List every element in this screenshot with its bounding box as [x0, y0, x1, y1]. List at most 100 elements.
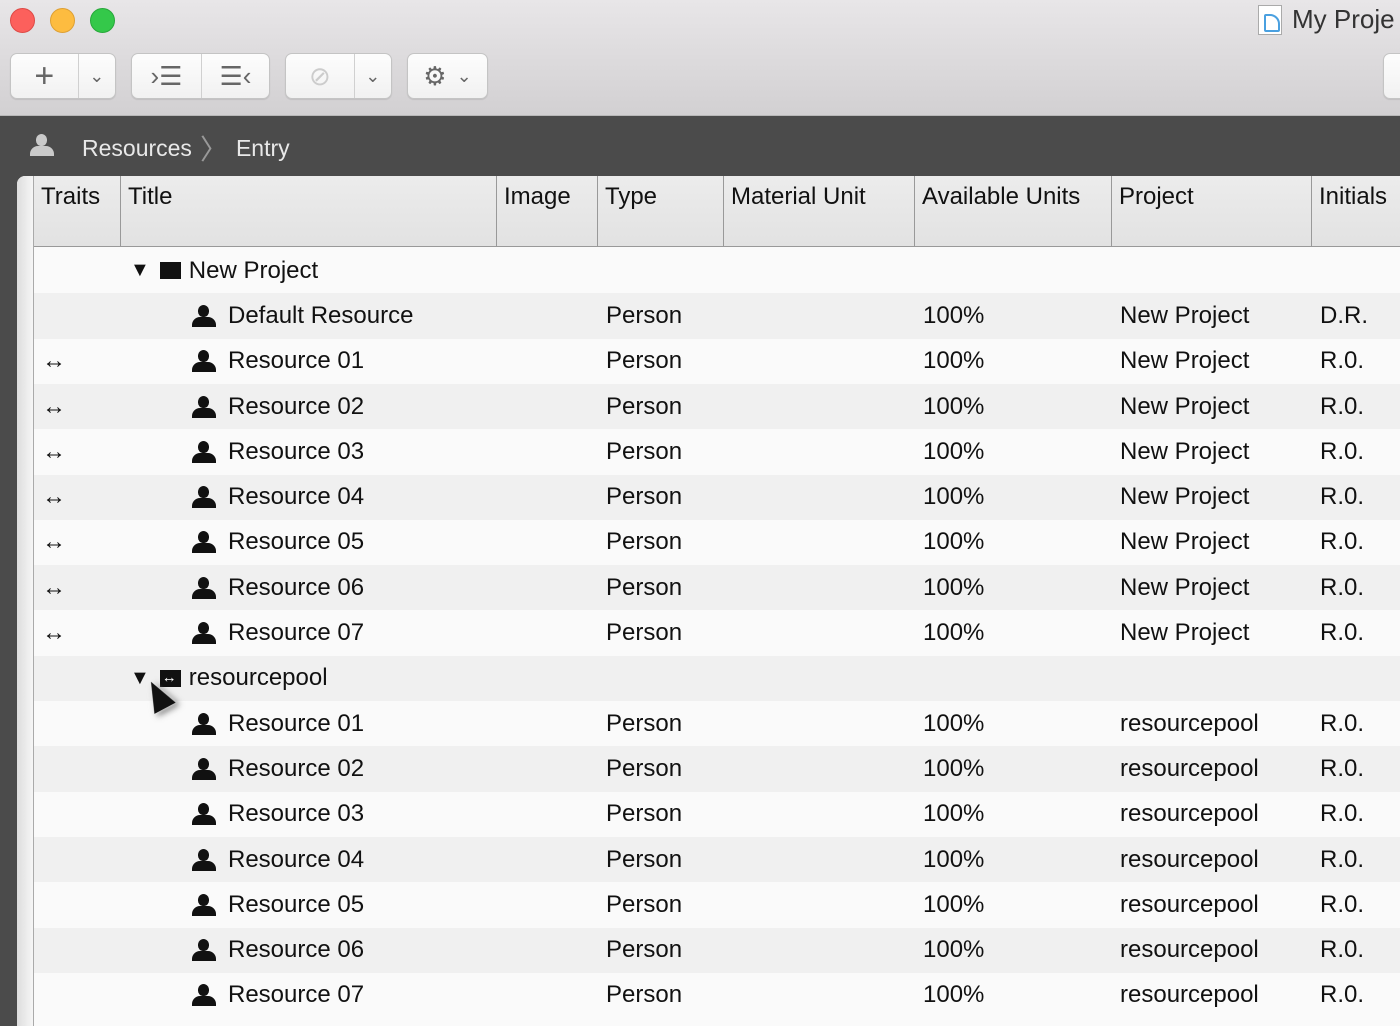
toolbar-button-right[interactable]	[1383, 53, 1400, 99]
title-text: Resource 05	[228, 890, 365, 918]
breadcrumb-entry[interactable]: Entry	[236, 135, 290, 162]
table-row[interactable]: ↔ Resource 01 Person 100% New Project R.0.	[34, 339, 1400, 384]
type-cell: Person	[606, 936, 683, 964]
window-title: My Proje	[1258, 4, 1395, 35]
project-cell: New Project	[1120, 301, 1250, 329]
traits-cell: ↔	[42, 392, 66, 420]
resource-table: Traits Title Image Type Material Unit Availab…	[17, 176, 1400, 1026]
traits-cell: ↔	[42, 619, 66, 647]
type-cell: Person	[606, 754, 683, 782]
table-row[interactable]: Resource 07 Person 100% resourcepool R.0.	[34, 973, 1400, 1018]
column-header-available-units[interactable]: Available Units	[915, 176, 1112, 246]
breadcrumb-resources[interactable]: Resources	[82, 135, 192, 162]
traits-cell: ↔	[42, 573, 66, 601]
available-units-cell: 100%	[923, 301, 985, 329]
title-cell: Default Resource	[192, 293, 413, 338]
title-text: Default Resource	[228, 301, 414, 329]
table-row[interactable]: Resource 05 Person 100% resourcepool R.0.	[34, 882, 1400, 927]
table-row[interactable]: ↔ Resource 03 Person 100% New Project R.0.	[34, 429, 1400, 474]
title-bar: My Proje + ⌄ ›☰ ☰‹ ⊘ ⌄ ⚙ ⌄	[0, 0, 1400, 116]
type-cell: Person	[606, 981, 683, 1009]
table-row[interactable]: ↔ Resource 06 Person 100% New Project R.0.	[34, 565, 1400, 611]
title-text: Resource 02	[228, 392, 365, 420]
attach-button[interactable]: ⊘	[286, 54, 354, 98]
title-text: Resource 02	[228, 754, 365, 782]
table-row[interactable]: Resource 04 Person 100% resourcepool R.0.	[34, 836, 1400, 883]
group-title: resourcepool	[188, 664, 328, 692]
initials-cell: R.0.	[1320, 709, 1365, 737]
column-header-project[interactable]: Project	[1112, 176, 1312, 246]
group-row[interactable]: ▼ New Project	[34, 248, 1400, 293]
type-cell: Person	[606, 528, 683, 556]
available-units-cell: 100%	[923, 890, 985, 918]
project-cell: resourcepool	[1120, 800, 1259, 828]
person-icon	[192, 712, 216, 735]
initials-cell: R.0.	[1320, 483, 1365, 511]
table-row[interactable]: ↔ Resource 04 Person 100% New Project R.0.	[34, 474, 1400, 520]
type-cell: Person	[606, 890, 683, 918]
person-icon	[192, 440, 216, 463]
project-cell: resourcepool	[1120, 845, 1259, 873]
title-text: Resource 06	[228, 573, 365, 601]
title-cell: Resource 06	[192, 565, 364, 610]
table-row[interactable]: Resource 02 Person 100% resourcepool R.0.	[34, 746, 1400, 792]
person-icon	[192, 848, 216, 871]
table-row[interactable]: Resource 01 Person 100% resourcepool R.0.	[34, 701, 1400, 746]
column-header-traits[interactable]: Traits	[34, 176, 121, 246]
project-cell: New Project	[1120, 528, 1250, 556]
column-header-type[interactable]: Type	[598, 176, 724, 246]
group-row[interactable]: ▼resourcepool	[34, 655, 1400, 701]
minimize-button[interactable]	[50, 8, 75, 33]
title-text: Resource 03	[228, 800, 365, 828]
person-icon	[192, 939, 216, 962]
zoom-button[interactable]	[90, 8, 115, 33]
person-icon	[192, 803, 216, 826]
title-text: Resource 04	[228, 483, 365, 511]
table-row[interactable]: ↔ Resource 05 Person 100% New Project R.0.	[34, 520, 1400, 565]
available-units-cell: 100%	[923, 981, 985, 1009]
project-document-icon	[1258, 4, 1282, 35]
table-row[interactable]: Resource 06 Person 100% resourcepool R.0.	[34, 927, 1400, 973]
title-text: Resource 01	[228, 347, 365, 375]
person-icon	[192, 576, 216, 599]
column-header-title[interactable]: Title	[121, 176, 497, 246]
traits-cell: ↔	[42, 528, 66, 556]
table-row[interactable]: ↔ Resource 02 Person 100% New Project R.0.	[34, 383, 1400, 430]
indent-button[interactable]: ›☰	[132, 54, 201, 98]
column-header-material-unit[interactable]: Material Unit	[724, 176, 915, 246]
project-cell: resourcepool	[1120, 936, 1259, 964]
title-cell: Resource 03	[192, 792, 364, 837]
person-icon	[192, 622, 216, 645]
add-menu-button[interactable]: ⌄	[77, 54, 115, 98]
title-cell: Resource 01	[192, 339, 364, 384]
available-units-cell: 100%	[923, 936, 985, 964]
available-units-cell: 100%	[923, 347, 985, 375]
available-units-cell: 100%	[923, 437, 985, 465]
title-cell: Resource 02	[192, 746, 364, 791]
disclosure-triangle-icon[interactable]: ▼	[130, 259, 150, 282]
settings-button[interactable]: ⚙ ⌄	[407, 53, 488, 99]
settings-content: ⚙ ⌄	[408, 54, 487, 98]
available-units-cell: 100%	[923, 483, 985, 511]
person-icon	[192, 395, 216, 418]
column-header-initials[interactable]: Initials	[1312, 176, 1400, 246]
person-icon	[192, 984, 216, 1007]
table-row[interactable]: Default Resource Person 100% New Project D.R…	[34, 293, 1400, 339]
initials-cell: R.0.	[1320, 619, 1365, 647]
table-row[interactable]: ↔ Resource 07 Person 100% New Project R.0.	[34, 610, 1400, 655]
gear-icon: ⚙	[423, 60, 447, 91]
project-cell: New Project	[1120, 483, 1250, 511]
close-button[interactable]	[10, 8, 35, 33]
indent-icon: ›☰	[150, 60, 183, 91]
column-header-image[interactable]: Image	[497, 176, 598, 246]
add-button[interactable]: +	[11, 54, 78, 98]
add-button-group: + ⌄	[10, 53, 116, 99]
outdent-button[interactable]: ☰‹	[200, 54, 269, 98]
initials-cell: R.0.	[1320, 437, 1365, 465]
attach-menu-button[interactable]: ⌄	[353, 54, 391, 98]
table-row[interactable]: Resource 03 Person 100% resourcepool R.0.	[34, 792, 1400, 837]
type-cell: Person	[606, 709, 683, 737]
title-cell: Resource 03	[192, 429, 364, 474]
paperclip-icon: ⊘	[308, 60, 331, 91]
type-cell: Person	[606, 619, 683, 647]
